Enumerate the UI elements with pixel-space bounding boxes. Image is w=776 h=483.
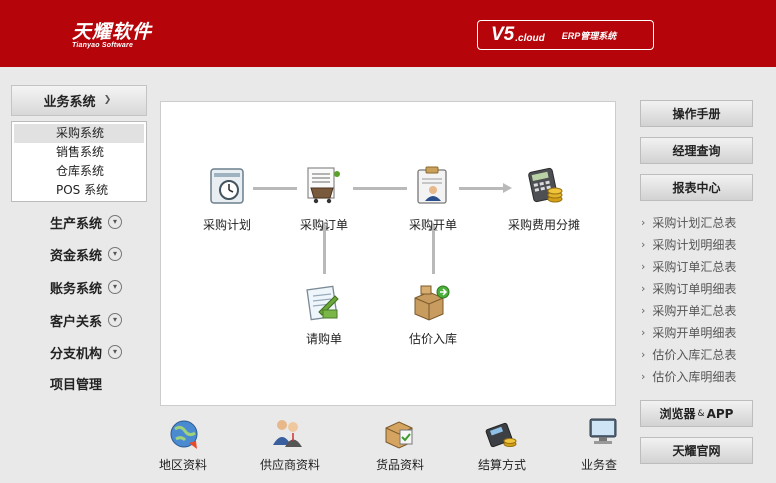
submenu-item-purchase[interactable]: 采购系统 xyxy=(14,124,144,143)
chevron-right-icon: › xyxy=(641,237,646,251)
app-header: 天耀软件 Tianyao Software V5 .cloud ERP管理系统 xyxy=(0,0,776,67)
business-submenu: 采购系统 销售系统 仓库系统 POS 系统 xyxy=(11,121,147,202)
menu-group-business[interactable]: 业务系统 ❯ xyxy=(11,85,147,116)
menu-group-label: 业务系统 xyxy=(43,95,96,110)
report-link-label: 采购开单汇总表 xyxy=(652,303,737,318)
chevron-right-icon: › xyxy=(641,259,646,273)
report-center-button[interactable]: 报表中心 xyxy=(640,174,753,201)
flow-connector xyxy=(459,187,503,190)
report-link-label: 采购订单明细表 xyxy=(652,281,737,296)
chevron-down-icon: ▾ xyxy=(108,280,123,294)
settlement-pos-icon[interactable] xyxy=(484,416,518,450)
version-main: V5 xyxy=(491,24,515,45)
purchase-order-icon[interactable] xyxy=(303,166,343,206)
version-badge: V5 .cloud ERP管理系统 xyxy=(477,20,654,50)
flow-connector xyxy=(253,187,297,190)
sidebar-item-label: 项目管理 xyxy=(50,377,103,393)
report-link-label: 采购计划明细表 xyxy=(652,237,737,252)
report-link[interactable]: › 采购开单明细表 xyxy=(641,324,736,340)
report-link[interactable]: › 采购计划汇总表 xyxy=(641,214,736,230)
chevron-down-icon: ❯ xyxy=(103,95,112,105)
browser-app-button[interactable]: 浏览器 & APP xyxy=(640,400,753,427)
chevron-down-icon: ▾ xyxy=(108,313,123,327)
chevron-down-icon: ▾ xyxy=(108,215,123,229)
report-link[interactable]: › 采购开单汇总表 xyxy=(641,302,736,318)
sidebar-item-label: 客户关系 xyxy=(50,314,103,330)
sidebar-item-branches[interactable]: 分支机构 ▾ xyxy=(50,342,123,362)
quick-region[interactable]: 地区资料 xyxy=(159,456,207,473)
version-sub: .cloud xyxy=(515,32,545,44)
requisition-icon[interactable] xyxy=(303,282,343,322)
node-estimate-stock-in[interactable]: 估价入库 xyxy=(409,330,457,347)
version-erp: ERP管理系统 xyxy=(561,30,617,41)
report-link[interactable]: › 采购订单汇总表 xyxy=(641,258,736,274)
report-link-label: 估价入库明细表 xyxy=(652,369,737,384)
manual-button[interactable]: 操作手册 xyxy=(640,100,753,127)
purchase-open-icon[interactable] xyxy=(413,166,453,206)
report-link[interactable]: › 采购订单明细表 xyxy=(641,280,736,296)
goods-box-icon[interactable] xyxy=(382,416,416,450)
quick-access-bar: 地区资料 供应商资料 货品资料 结算方式 业务查 xyxy=(150,412,618,483)
flow-connector xyxy=(353,187,407,190)
sidebar-item-accounting[interactable]: 账务系统 ▾ xyxy=(50,277,123,297)
report-link[interactable]: › 估价入库汇总表 xyxy=(641,346,736,362)
node-purchase-plan[interactable]: 采购计划 xyxy=(203,216,251,233)
sidebar-item-production[interactable]: 生产系统 ▾ xyxy=(50,212,123,232)
flow-connector xyxy=(323,230,326,274)
submenu-item-sales[interactable]: 销售系统 xyxy=(14,143,144,162)
arrow-right-icon xyxy=(503,183,512,193)
chevron-right-icon: › xyxy=(641,347,646,361)
node-purchase-open[interactable]: 采购开单 xyxy=(409,216,457,233)
company-logo: 天耀软件 Tianyao Software xyxy=(72,17,152,49)
report-link[interactable]: › 估价入库明细表 xyxy=(641,368,736,384)
chevron-right-icon: › xyxy=(641,215,646,229)
purchase-flow-panel: 采购计划 采购订单 采购开单 采购费用分摊 请购单 估价入库 xyxy=(160,101,616,406)
node-cost-allocation[interactable]: 采购费用分摊 xyxy=(508,216,580,233)
quick-business-query[interactable]: 业务查 xyxy=(581,456,617,473)
chevron-down-icon: ▾ xyxy=(108,247,123,261)
report-link-label: 估价入库汇总表 xyxy=(652,347,737,362)
quick-supplier[interactable]: 供应商资料 xyxy=(260,456,320,473)
flow-connector xyxy=(432,230,435,274)
submenu-item-warehouse[interactable]: 仓库系统 xyxy=(14,162,144,181)
purchase-plan-icon[interactable] xyxy=(208,166,248,206)
sidebar-item-label: 分支机构 xyxy=(50,346,103,362)
quick-goods[interactable]: 货品资料 xyxy=(376,456,424,473)
chevron-right-icon: › xyxy=(641,369,646,383)
app-label: APP xyxy=(706,406,734,421)
report-link-label: 采购订单汇总表 xyxy=(652,259,737,274)
sidebar-item-label: 生产系统 xyxy=(50,216,103,232)
chevron-right-icon: › xyxy=(641,303,646,317)
logo-cn: 天耀软件 xyxy=(72,21,153,43)
quick-settlement[interactable]: 结算方式 xyxy=(478,456,526,473)
submenu-item-pos[interactable]: POS 系统 xyxy=(14,181,144,200)
chevron-right-icon: › xyxy=(641,281,646,295)
report-link-label: 采购开单明细表 xyxy=(652,325,737,340)
sidebar-item-label: 账务系统 xyxy=(50,281,103,297)
region-globe-icon[interactable] xyxy=(167,417,201,451)
business-query-monitor-icon[interactable] xyxy=(586,415,618,449)
browser-label: 浏览器 xyxy=(659,407,696,421)
chevron-down-icon: ▾ xyxy=(108,345,123,359)
sidebar-item-label: 资金系统 xyxy=(50,248,103,264)
chevron-right-icon: › xyxy=(641,325,646,339)
ampersand-label: & xyxy=(697,408,705,419)
node-purchase-order[interactable]: 采购订单 xyxy=(300,216,348,233)
official-site-button[interactable]: 天耀官网 xyxy=(640,437,753,464)
report-link-label: 采购计划汇总表 xyxy=(652,215,737,230)
sidebar-item-projects[interactable]: 项目管理 xyxy=(50,373,102,393)
manager-query-button[interactable]: 经理查询 xyxy=(640,137,753,164)
report-link[interactable]: › 采购计划明细表 xyxy=(641,236,736,252)
cost-allocation-icon[interactable] xyxy=(525,166,565,206)
estimate-stock-in-icon[interactable] xyxy=(411,282,451,322)
sidebar-item-crm[interactable]: 客户关系 ▾ xyxy=(50,310,123,330)
node-requisition[interactable]: 请购单 xyxy=(306,330,342,347)
supplier-people-icon[interactable] xyxy=(270,415,304,449)
sidebar-item-funds[interactable]: 资金系统 ▾ xyxy=(50,244,123,264)
